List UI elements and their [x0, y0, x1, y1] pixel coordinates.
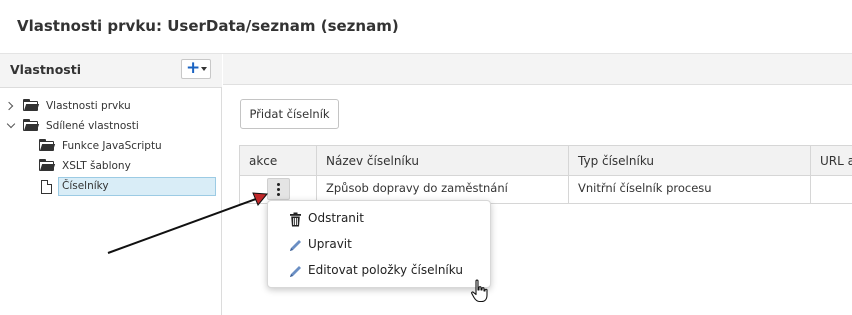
plus-icon: + — [186, 58, 201, 78]
properties-panel-header: Vlastnosti + — [0, 54, 222, 88]
add-codelist-button[interactable]: Přidat číselník — [240, 99, 339, 129]
properties-panel-title: Vlastnosti — [10, 62, 81, 77]
table-cell-url — [810, 176, 852, 204]
pencil-icon — [290, 266, 301, 277]
tree-item-label: Funkce JavaScriptu — [62, 140, 162, 152]
dialog-title: Vlastnosti prvku: UserData/seznam (sezna… — [17, 17, 399, 35]
chevron-right-icon[interactable] — [4, 101, 14, 111]
tree-item-label: XSLT šablony — [62, 160, 131, 172]
dialog-header: Vlastnosti prvku: UserData/seznam (sezna… — [0, 0, 852, 54]
menu-item-label: Editovat položky číselníku — [308, 263, 463, 277]
column-header-url[interactable]: URL a — [810, 145, 852, 176]
menu-item-odstranit[interactable]: Odstranit — [268, 207, 492, 233]
tree-item-label: Číselníky — [62, 180, 109, 192]
menu-item-label: Odstranit — [308, 211, 364, 225]
add-property-button[interactable]: + — [181, 58, 211, 79]
pencil-icon — [290, 240, 301, 251]
menu-item-editovat-polozky[interactable]: Editovat položky číselníku — [268, 259, 492, 285]
kebab-menu-icon — [277, 183, 280, 186]
tree-item-sdilene-vlastnosti[interactable]: Sdílené vlastnosti — [0, 117, 200, 136]
folder-icon — [39, 139, 56, 151]
folder-icon — [23, 99, 40, 111]
row-actions-button[interactable] — [267, 178, 290, 200]
chevron-down-icon[interactable] — [6, 119, 16, 129]
trash-icon — [290, 212, 301, 227]
tree-item-ciselniky[interactable]: Číselníky — [0, 177, 220, 196]
folder-icon — [39, 159, 56, 171]
table-cell-type: Vnitřní číselník procesu — [568, 176, 811, 204]
tree-item-funkce-javascriptu[interactable]: Funkce JavaScriptu — [0, 137, 200, 156]
column-header-akce: akce — [239, 145, 317, 176]
content-toolbar — [223, 54, 852, 85]
caret-down-icon — [201, 67, 207, 71]
document-icon — [41, 179, 53, 194]
tree-item-xslt-sablony[interactable]: XSLT šablony — [0, 157, 200, 176]
properties-panel: Vlastnosti + Vlastnosti prvku Sdílené vl… — [0, 54, 222, 315]
row-actions-menu: Odstranit Upravit Editovat položky čísel… — [267, 200, 491, 288]
column-header-typ[interactable]: Typ číselníku — [568, 145, 811, 176]
column-header-nazev[interactable]: Název číselníku — [316, 145, 569, 176]
tree-item-label: Vlastnosti prvku — [46, 100, 131, 112]
folder-icon — [23, 119, 40, 131]
menu-item-upravit[interactable]: Upravit — [268, 233, 492, 259]
hand-cursor-icon — [471, 279, 488, 303]
tree-item-label: Sdílené vlastnosti — [46, 120, 139, 132]
menu-item-label: Upravit — [308, 237, 352, 251]
tree-item-vlastnosti-prvku[interactable]: Vlastnosti prvku — [0, 97, 200, 116]
